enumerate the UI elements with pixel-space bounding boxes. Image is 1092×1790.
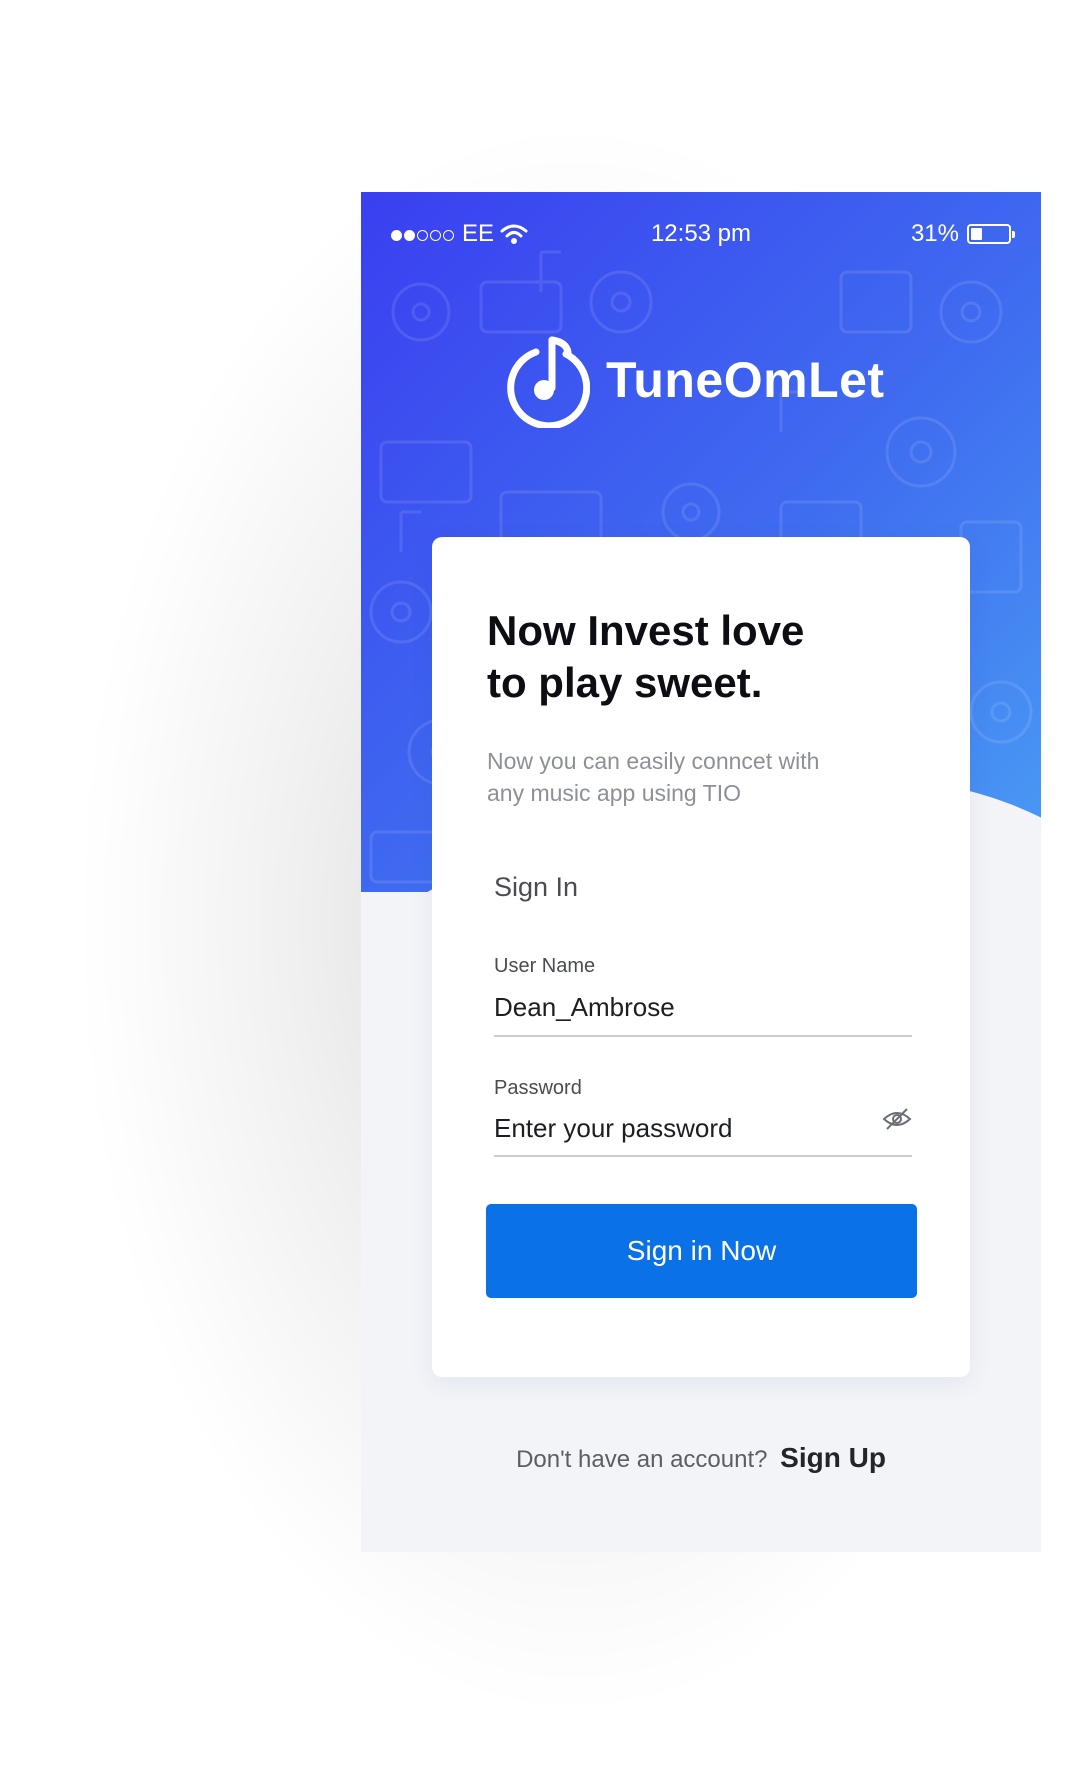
battery-percent: 31% [910, 220, 959, 247]
username-label: User Name [494, 955, 596, 977]
battery-icon [967, 224, 1015, 244]
subtext: Now you can easily conncet with any musi… [487, 745, 907, 809]
sign-up-link[interactable]: Sign Up [780, 1442, 886, 1473]
music-note-circle-icon [507, 336, 590, 428]
headline: Now Invest love to play sweet. [487, 605, 927, 709]
status-bar: EE 12:53 pm 31% [361, 212, 1041, 252]
signup-prompt-text: Don't have an account? [516, 1446, 768, 1473]
brand-name: TuneOmLet [606, 352, 885, 408]
status-right: 31% [910, 220, 1015, 248]
phone-screen: EE 12:53 pm 31% TuneOmLet Now Invest lov… [361, 192, 1041, 1552]
password-underline [494, 1155, 912, 1157]
username-underline [494, 1035, 912, 1037]
brand-logo: TuneOmLet [506, 332, 885, 428]
signin-card: Now Invest love to play sweet. Now you c… [432, 537, 970, 1377]
eye-hidden-icon[interactable] [882, 1107, 912, 1131]
password-label: Password [494, 1077, 582, 1099]
section-title: Sign In [494, 872, 579, 902]
sign-in-button[interactable]: Sign in Now [486, 1204, 917, 1298]
headline-line-1: Now Invest love [487, 607, 805, 654]
signup-prompt: Don't have an account? Sign Up [361, 1442, 1041, 1474]
password-input[interactable]: Enter your password [494, 1113, 732, 1144]
subtext-line-1: Now you can easily conncet with [487, 748, 820, 774]
username-input[interactable]: Dean_Ambrose [494, 992, 675, 1023]
headline-line-2: to play sweet. [487, 659, 763, 706]
subtext-line-2: any music app using TIO [487, 780, 741, 806]
